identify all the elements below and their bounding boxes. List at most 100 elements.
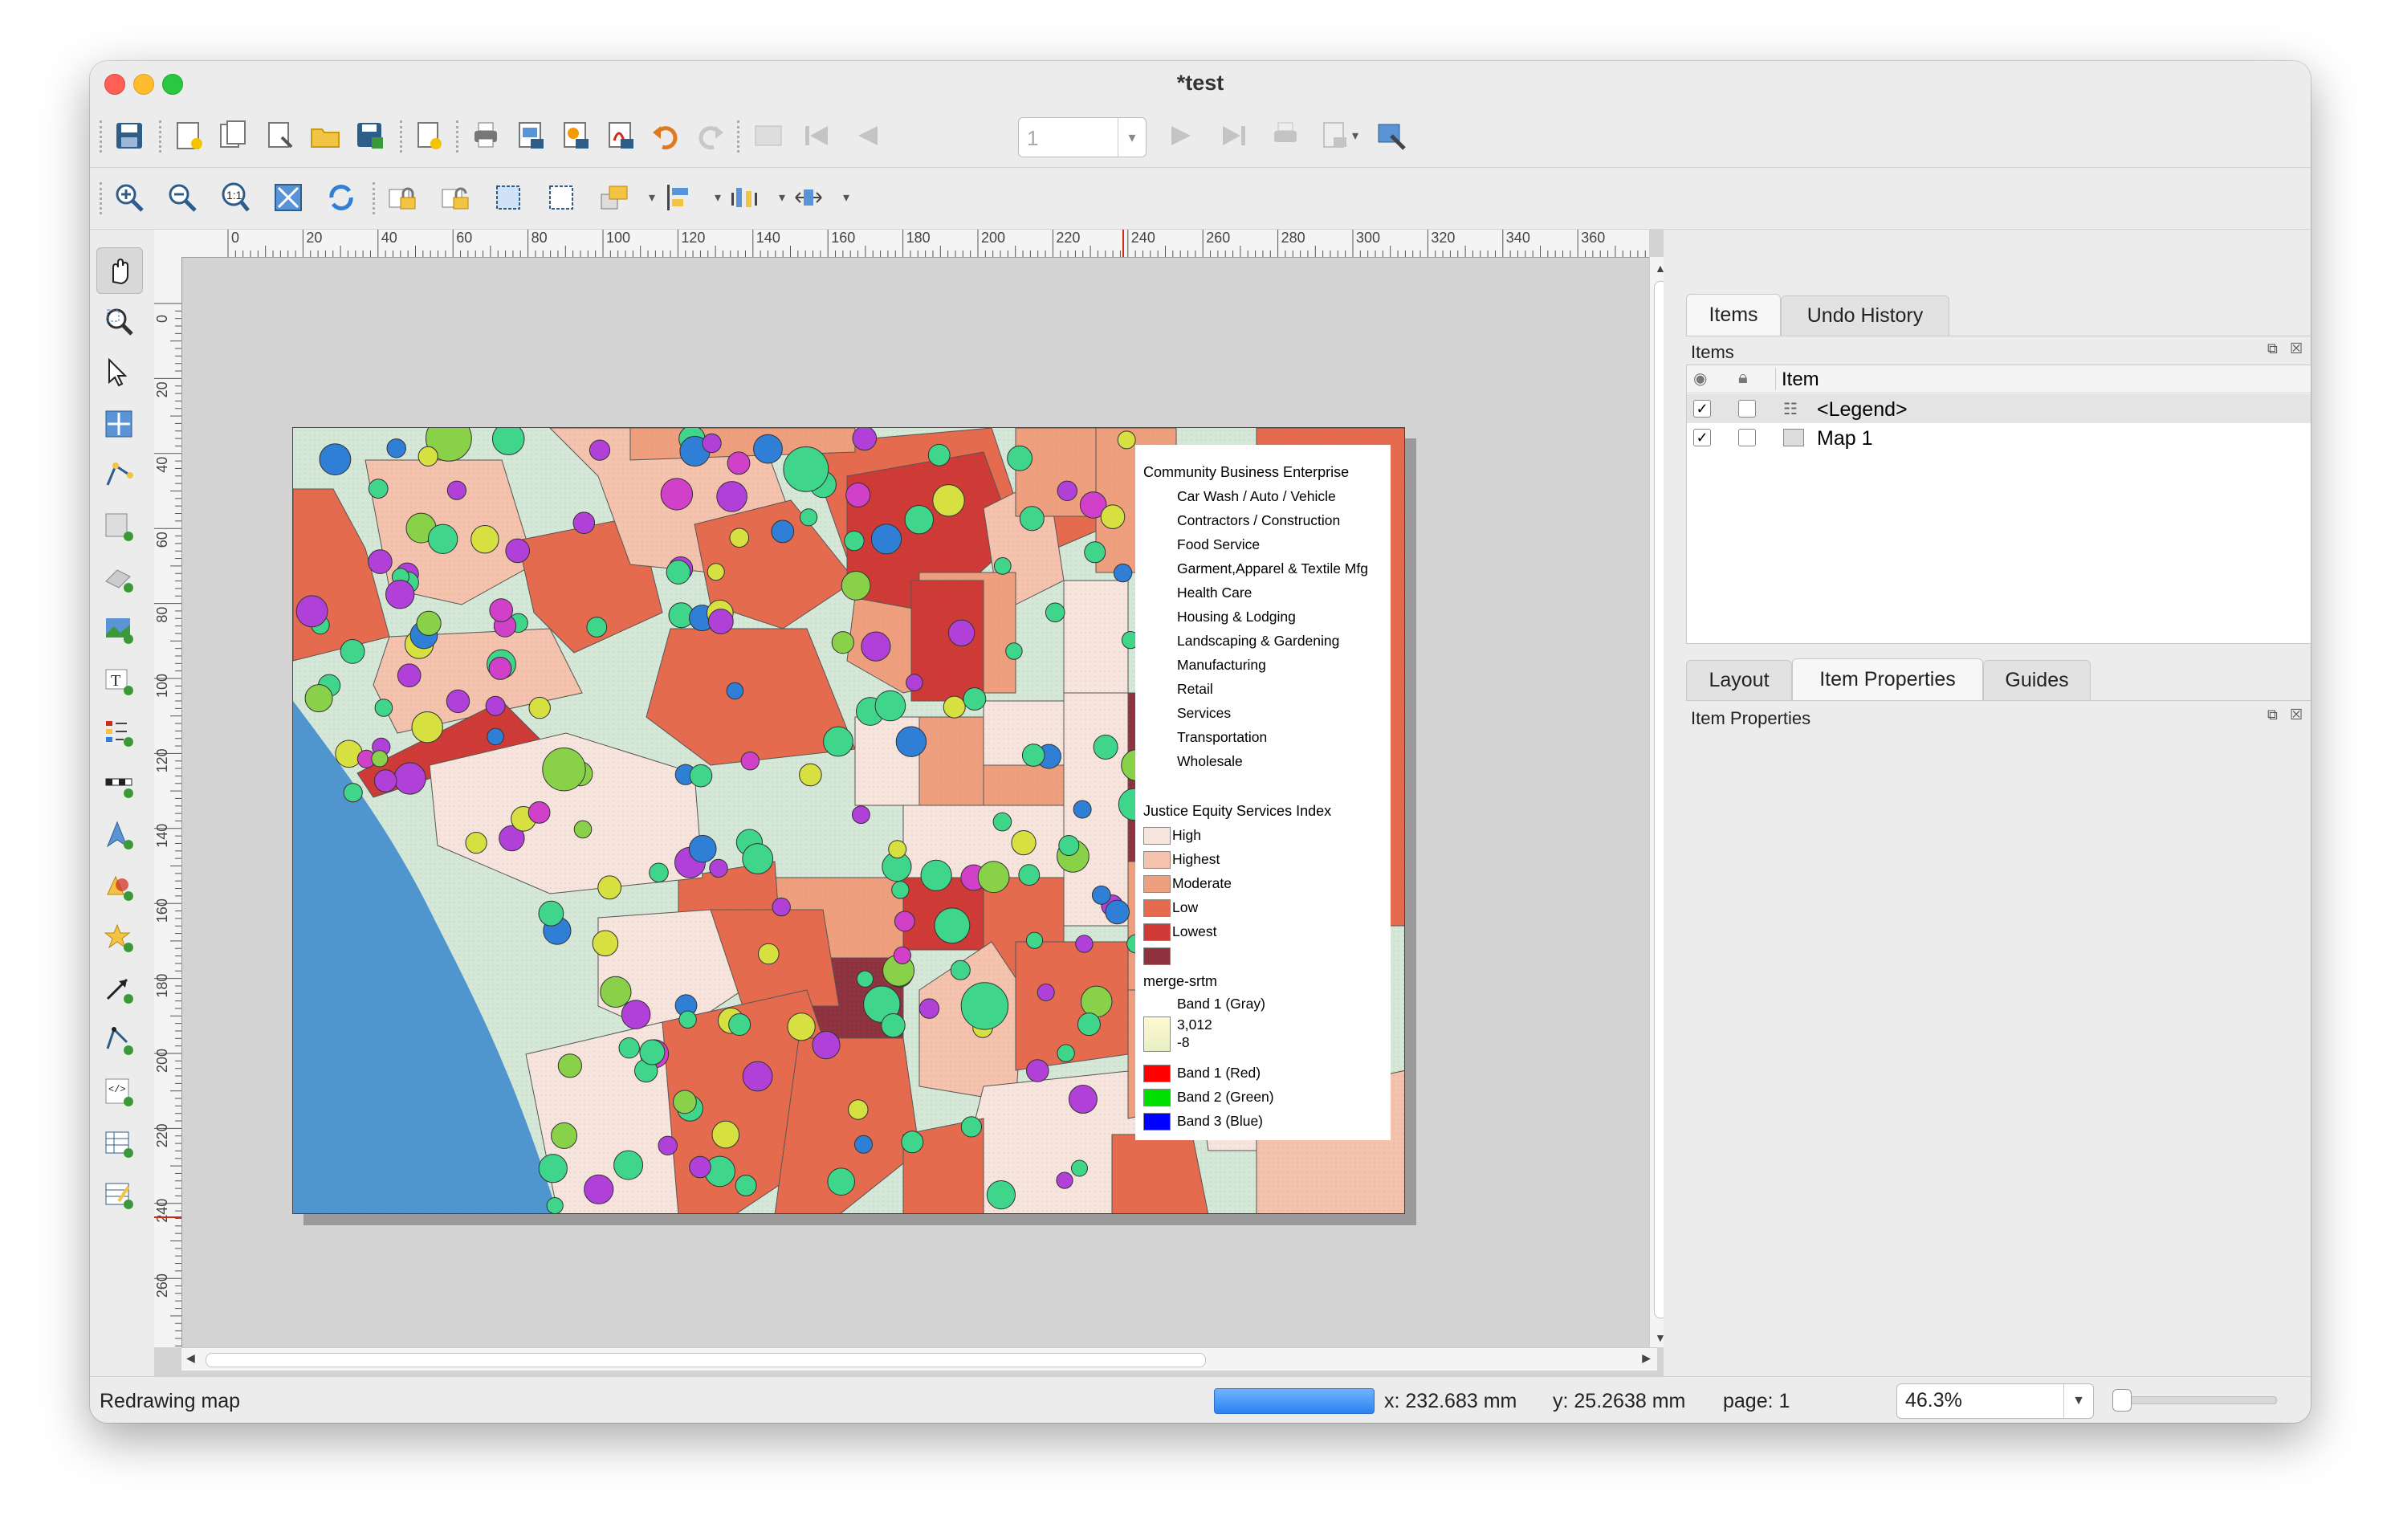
lock-items-icon[interactable] <box>384 179 421 216</box>
lock-checkbox[interactable] <box>1738 429 1756 446</box>
atlas-page-input[interactable]: 1 ▾ <box>1018 117 1147 157</box>
add-pages-icon[interactable] <box>409 117 446 154</box>
distribute-icon[interactable] <box>726 179 763 216</box>
chevron-down-icon[interactable]: ▾ <box>838 179 854 216</box>
map-point <box>538 900 564 927</box>
ruler-label: 140 <box>154 824 170 848</box>
float-panel-icon[interactable]: ⧉ <box>2267 707 2278 723</box>
atlas-preview-icon[interactable] <box>750 117 787 154</box>
undo-icon[interactable] <box>647 117 684 154</box>
open-template-icon[interactable] <box>307 117 344 154</box>
chevron-down-icon[interactable]: ▼ <box>2063 1384 2093 1418</box>
first-feature-icon[interactable] <box>798 117 835 154</box>
add-node-item-icon[interactable] <box>96 1018 141 1063</box>
chevron-down-icon[interactable]: ▾ <box>644 179 660 216</box>
legend-item[interactable]: Community Business Enterprise Car Wash /… <box>1135 445 1391 1140</box>
add-picture-icon[interactable] <box>96 607 141 652</box>
scroll-right-icon[interactable]: ▶ <box>1642 1351 1651 1365</box>
raise-items-icon[interactable] <box>596 179 633 216</box>
unlock-items-icon[interactable] <box>437 179 474 216</box>
toolbar-grip[interactable] <box>373 182 378 214</box>
move-content-icon[interactable] <box>96 401 141 446</box>
resize-icon[interactable] <box>790 179 827 216</box>
close-panel-icon[interactable]: ☒ <box>2290 707 2303 723</box>
layout-page[interactable]: Community Business Enterprise Car Wash /… <box>292 427 1405 1214</box>
save-template-icon[interactable] <box>352 117 389 154</box>
add-arrow-icon[interactable] <box>96 967 141 1012</box>
pan-icon[interactable] <box>96 247 143 294</box>
export-image-icon[interactable] <box>512 117 549 154</box>
add-marker-icon[interactable] <box>96 915 141 960</box>
lock-checkbox[interactable] <box>1738 400 1756 418</box>
item-column-header[interactable]: Item <box>1782 369 1819 391</box>
zoom-out-icon[interactable] <box>164 179 201 216</box>
vertical-ruler[interactable]: 02040608010012014016018020022024026028 <box>154 257 182 1347</box>
lock-icon[interactable]: 🔒︎ <box>1738 367 1748 388</box>
duplicate-layout-icon[interactable] <box>215 117 252 154</box>
tab-guides[interactable]: Guides <box>1983 660 2091 700</box>
chevron-down-icon[interactable]: ▾ <box>710 179 726 216</box>
new-layout-icon[interactable] <box>170 117 207 154</box>
toolbar-grip[interactable] <box>100 182 105 214</box>
zoom-100-icon[interactable]: 1:1 <box>217 179 254 216</box>
layout-manager-icon[interactable] <box>262 117 299 154</box>
tab-items[interactable]: Items <box>1686 294 1781 336</box>
add-legend-icon[interactable] <box>96 710 141 755</box>
deselect-icon[interactable] <box>543 179 580 216</box>
add-3d-map-icon[interactable] <box>96 556 141 601</box>
zoom-slider[interactable] <box>2112 1389 2277 1412</box>
print-icon[interactable] <box>467 117 504 154</box>
add-shape-icon[interactable] <box>96 864 141 909</box>
chevron-down-icon[interactable]: ▾ <box>1347 117 1363 154</box>
zoom-slider-handle[interactable] <box>2112 1389 2132 1412</box>
select-move-icon[interactable] <box>96 350 141 395</box>
visibility-checkbox[interactable]: ✓ <box>1693 400 1711 418</box>
horizontal-scrollbar[interactable]: ◀ ▶ <box>181 1347 1657 1371</box>
add-html-icon[interactable]: </> <box>96 1069 141 1114</box>
zoom-select[interactable]: 46.3% ▼ <box>1896 1383 2094 1419</box>
map-point <box>546 1197 564 1213</box>
zoom-in-icon[interactable] <box>111 179 148 216</box>
next-feature-icon[interactable] <box>1163 117 1200 154</box>
close-panel-icon[interactable]: ☒ <box>2290 340 2303 357</box>
previous-feature-icon[interactable] <box>849 117 886 154</box>
toolbar-grip[interactable] <box>456 120 462 153</box>
edit-nodes-icon[interactable] <box>96 453 141 498</box>
export-svg-icon[interactable] <box>557 117 594 154</box>
toolbar-grip[interactable] <box>400 120 405 153</box>
add-north-arrow-icon[interactable] <box>96 813 141 858</box>
export-pdf-icon[interactable] <box>602 117 639 154</box>
last-feature-icon[interactable] <box>1216 117 1252 154</box>
toolbar-grip[interactable] <box>159 120 165 153</box>
float-panel-icon[interactable]: ⧉ <box>2267 340 2278 357</box>
add-attribute-table-icon[interactable] <box>96 1121 141 1166</box>
horizontal-scroll-thumb[interactable] <box>206 1353 1206 1367</box>
zoom-tool-icon[interactable] <box>96 299 141 344</box>
horizontal-ruler[interactable]: 0 20 40 60 80 100 120 140 160 180 200 220 240 260 280 3… <box>189 230 1649 258</box>
toolbar-grip[interactable] <box>737 120 743 153</box>
zoom-full-icon[interactable] <box>270 179 307 216</box>
add-fixed-table-icon[interactable] <box>96 1172 141 1217</box>
print-atlas-icon[interactable] <box>1267 117 1304 154</box>
item-row-legend[interactable]: ✓ ☷ <Legend> <box>1687 394 2311 423</box>
refresh-icon[interactable] <box>323 179 360 216</box>
select-all-icon[interactable] <box>490 179 527 216</box>
tab-item-properties[interactable]: Item Properties <box>1792 658 1983 700</box>
chevron-down-icon[interactable]: ▾ <box>774 179 790 216</box>
eye-icon[interactable]: ◉ <box>1693 369 1707 389</box>
save-icon[interactable] <box>111 117 148 154</box>
scroll-left-icon[interactable]: ◀ <box>186 1351 195 1365</box>
redo-icon[interactable] <box>692 117 729 154</box>
align-left-icon[interactable] <box>662 179 699 216</box>
atlas-settings-icon[interactable] <box>1373 117 1410 154</box>
chevron-down-icon[interactable]: ▾ <box>1118 118 1146 157</box>
visibility-checkbox[interactable]: ✓ <box>1693 429 1711 446</box>
add-map-icon[interactable] <box>96 504 141 549</box>
add-scalebar-icon[interactable] <box>96 761 141 806</box>
toolbar-grip[interactable] <box>100 120 105 153</box>
item-row-map[interactable]: ✓ Map 1 <box>1687 423 2311 452</box>
add-label-icon[interactable]: T <box>96 658 141 703</box>
tab-undo-history[interactable]: Undo History <box>1781 295 1949 336</box>
tab-layout[interactable]: Layout <box>1686 660 1792 700</box>
layout-canvas[interactable]: 0 20 40 60 80 100 120 140 160 180 200 220 240 260 280 3… <box>154 230 1672 1376</box>
